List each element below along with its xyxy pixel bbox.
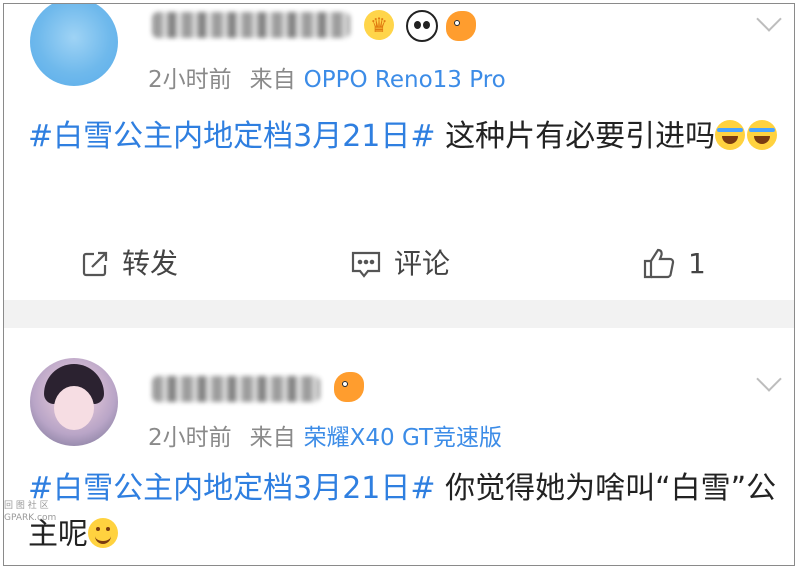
avatar[interactable]	[30, 4, 118, 86]
post-meta: 2小时前 来自 OPPO Reno13 Pro	[148, 60, 506, 94]
device-link[interactable]: 荣耀X40 GT竞速版	[304, 425, 502, 451]
watermark: 回 图 社 区 GPARK.com	[4, 500, 84, 524]
post-content: #白雪公主内地定档3月21日# 你觉得她为啥叫“白雪”公主呢	[28, 466, 788, 558]
watermark-line2: GPARK.com	[4, 513, 57, 523]
from-label: 来自	[249, 425, 296, 451]
crown-badge-icon: ♛	[364, 10, 394, 40]
like-button[interactable]: 1	[642, 244, 706, 284]
post-meta: 2小时前 来自 荣耀X40 GT竞速版	[148, 418, 502, 452]
avatar[interactable]	[30, 358, 118, 446]
laugh-cry-emoji-icon	[747, 120, 778, 150]
laugh-cry-emoji-icon	[715, 120, 746, 150]
like-count: 1	[688, 247, 706, 280]
post-content: #白雪公主内地定档3月21日# 这种片有必要引进吗	[28, 114, 788, 160]
action-bar: 转发 评论 1	[4, 232, 794, 288]
fish-badge-icon	[446, 11, 476, 41]
fish-badge-icon	[334, 372, 364, 402]
hashtag-link[interactable]: #白雪公主内地定档3月21日#	[28, 471, 436, 506]
post-card[interactable]: ♛ 2小时前 来自 OPPO Reno13 Pro #白雪公主内地定档3月21日# …	[4, 4, 794, 300]
username-blurred[interactable]	[152, 12, 350, 38]
thumbs-up-icon	[643, 248, 675, 279]
comment-button[interactable]: 评论	[350, 244, 450, 284]
comment-icon	[351, 251, 381, 278]
post-divider	[4, 300, 794, 328]
from-label: 来自	[249, 67, 296, 93]
device-link[interactable]: OPPO Reno13 Pro	[304, 67, 506, 93]
panda-badge-icon	[406, 10, 438, 42]
watermark-line1: 回 图 社 区	[4, 501, 49, 511]
chevron-down-icon[interactable]	[756, 366, 782, 392]
feed-frame: ♛ 2小时前 来自 OPPO Reno13 Pro #白雪公主内地定档3月21日# …	[3, 3, 795, 566]
post-card[interactable]: 2小时前 来自 荣耀X40 GT竞速版 #白雪公主内地定档3月21日# 你觉得她为啥…	[4, 328, 794, 565]
hashtag-link[interactable]: #白雪公主内地定档3月21日#	[28, 119, 436, 154]
post-text: 这种片有必要引进吗	[445, 119, 716, 154]
repost-button[interactable]: 转发	[80, 244, 178, 284]
comment-label: 评论	[394, 247, 451, 280]
post-time: 2小时前	[148, 67, 232, 93]
repost-label: 转发	[122, 247, 179, 280]
smile-emoji-icon	[88, 518, 118, 548]
username-blurred[interactable]	[152, 376, 320, 402]
repost-icon	[82, 251, 108, 277]
chevron-down-icon[interactable]	[756, 6, 782, 32]
post-time: 2小时前	[148, 425, 232, 451]
